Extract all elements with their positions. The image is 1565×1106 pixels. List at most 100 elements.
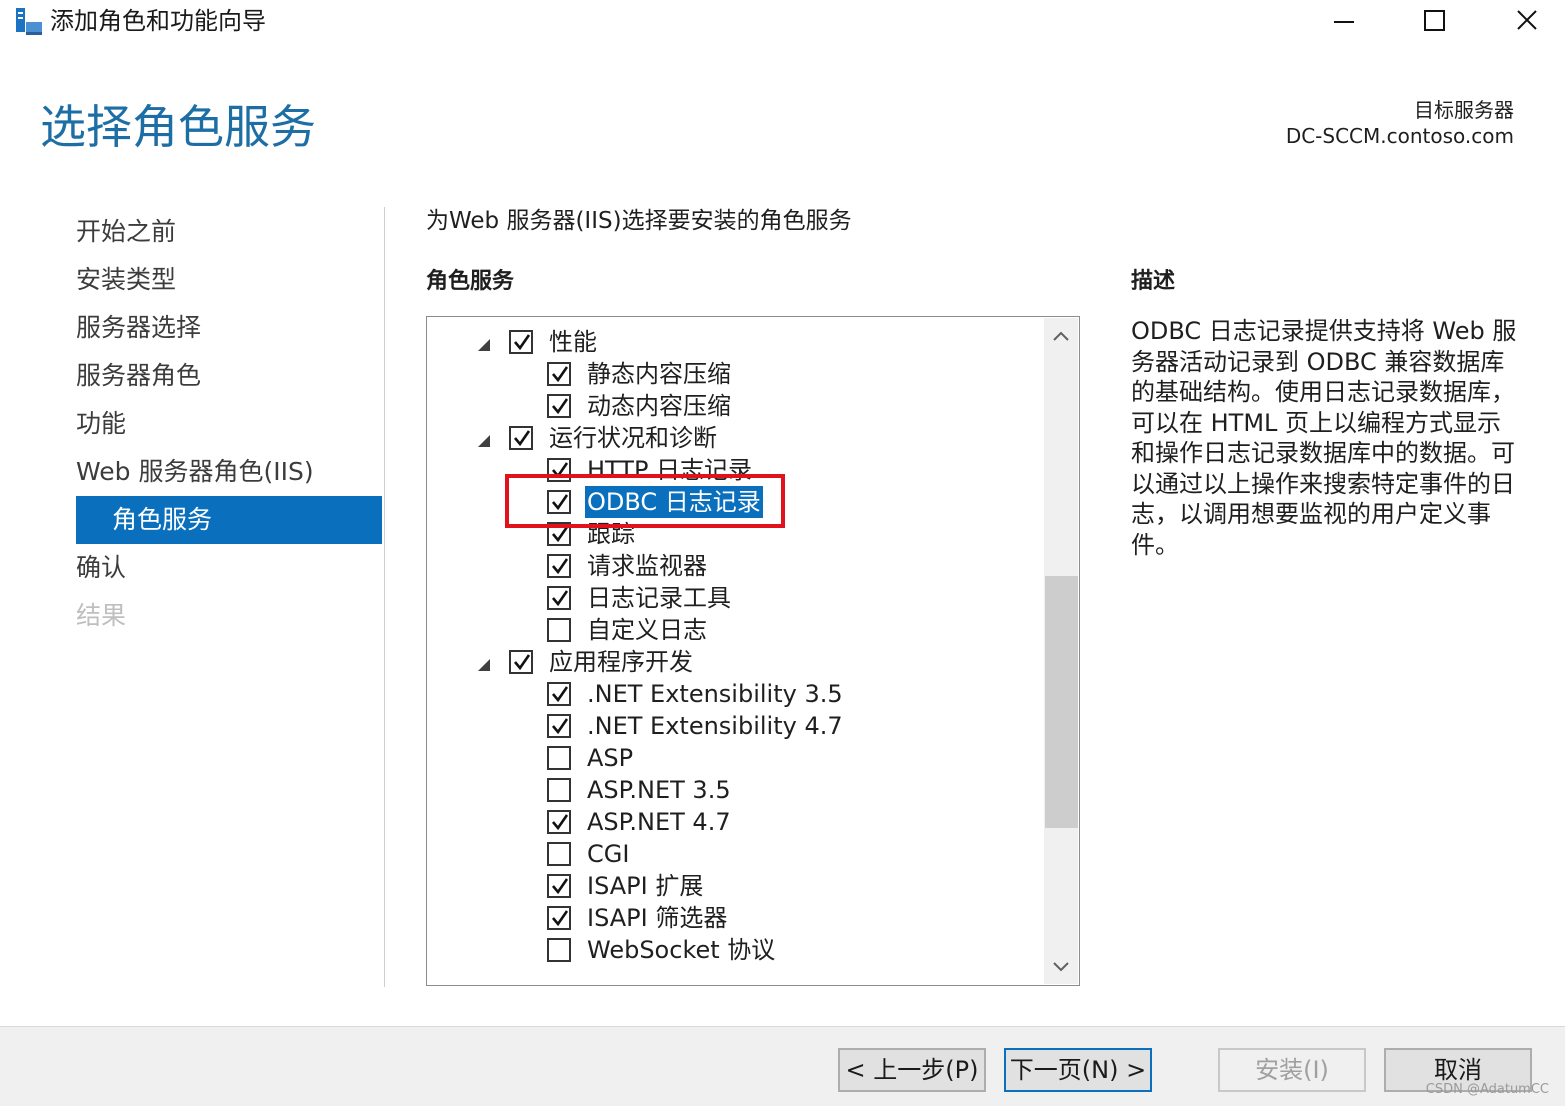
tree-item[interactable]: 静态内容压缩	[427, 359, 1042, 391]
previous-button[interactable]: < 上一步(P)	[838, 1048, 986, 1092]
nav-item[interactable]: 功能	[76, 400, 382, 448]
nav-item[interactable]: 开始之前	[76, 208, 382, 256]
tree-item[interactable]: 动态内容压缩	[427, 391, 1042, 423]
nav-item[interactable]: Web 服务器角色(IIS)	[76, 448, 382, 496]
checkbox-unchecked[interactable]	[547, 746, 571, 770]
nav-item[interactable]: 确认	[76, 544, 382, 592]
tree-item-label: 自定义日志	[587, 616, 707, 644]
tree-item-label: WebSocket 协议	[587, 936, 776, 964]
checkmark-icon	[514, 654, 531, 671]
next-button[interactable]: 下一页(N) >	[1004, 1048, 1152, 1092]
tree-item-label: ASP.NET 4.7	[587, 808, 731, 836]
checkmark-icon	[552, 366, 569, 383]
role-services-tree[interactable]: 性能 静态内容压缩 动态内容压缩 运行状况和诊断 HTTP 日志记录 ODBC 日志记录跟…	[426, 316, 1080, 986]
install-button[interactable]: 安装(I)	[1218, 1048, 1366, 1092]
checkmark-icon	[552, 590, 569, 607]
close-button[interactable]	[1482, 0, 1565, 44]
checkmark-icon	[552, 814, 569, 831]
tree-item[interactable]: 请求监视器	[427, 551, 1042, 583]
scrollbar-thumb[interactable]	[1045, 576, 1078, 828]
checkbox-unchecked[interactable]	[547, 842, 571, 866]
tree-item-label: ASP.NET 3.5	[587, 776, 731, 804]
checkbox-checked[interactable]	[547, 874, 571, 898]
nav-item[interactable]: 角色服务	[76, 496, 382, 544]
tree-item-label: 性能	[549, 328, 597, 356]
tree-item[interactable]: ASP.NET 3.5	[427, 775, 1042, 807]
checkbox-unchecked[interactable]	[547, 618, 571, 642]
checkbox-checked[interactable]	[509, 650, 533, 674]
tree-item[interactable]: 应用程序开发	[427, 647, 1042, 679]
close-icon	[1517, 10, 1537, 30]
description-heading: 描述	[1131, 269, 1176, 294]
collapse-arrow-icon	[478, 339, 490, 351]
tree-item[interactable]: ASP	[427, 743, 1042, 775]
target-server-name: DC-SCCM.contoso.com	[1285, 124, 1514, 148]
tree-item[interactable]: ISAPI 扩展	[427, 871, 1042, 903]
server-manager-icon	[16, 8, 42, 35]
tree-item-label: ISAPI 扩展	[587, 872, 704, 900]
checkmark-icon	[552, 558, 569, 575]
minimize-icon	[1334, 21, 1354, 23]
checkbox-checked[interactable]	[547, 586, 571, 610]
checkmark-icon	[552, 398, 569, 415]
checkbox-checked[interactable]	[509, 330, 533, 354]
checkbox-checked[interactable]	[509, 426, 533, 450]
tree-item[interactable]: ISAPI 筛选器	[427, 903, 1042, 935]
tree-item-label: 请求监视器	[587, 552, 707, 580]
tree-item-label: ASP	[587, 744, 634, 772]
annotation-highlight-box	[505, 474, 785, 528]
checkbox-checked[interactable]	[547, 906, 571, 930]
tree-item[interactable]: .NET Extensibility 4.7	[427, 711, 1042, 743]
page-title: 选择角色服务	[40, 100, 316, 154]
expand-triangle-icon[interactable]	[477, 433, 491, 452]
tree-item[interactable]: 自定义日志	[427, 615, 1042, 647]
checkbox-checked[interactable]	[547, 394, 571, 418]
tree-item[interactable]: .NET Extensibility 3.5	[427, 679, 1042, 711]
tree-item[interactable]: WebSocket 协议	[427, 935, 1042, 967]
tree-item-label: 静态内容压缩	[587, 360, 731, 388]
maximize-icon	[1424, 10, 1445, 31]
tree-item-label: .NET Extensibility 3.5	[587, 680, 843, 708]
tree-item-label: .NET Extensibility 4.7	[587, 712, 843, 740]
window-title: 添加角色和功能向导	[50, 7, 266, 35]
tree-item-label: 应用程序开发	[549, 648, 693, 676]
expand-triangle-icon[interactable]	[477, 657, 491, 676]
checkbox-checked[interactable]	[547, 810, 571, 834]
checkmark-icon	[552, 686, 569, 703]
tree-item[interactable]: 运行状况和诊断	[427, 423, 1042, 455]
scroll-up-button[interactable]	[1044, 318, 1078, 352]
collapse-arrow-icon	[478, 435, 490, 447]
checkmark-icon	[552, 718, 569, 735]
collapse-arrow-icon	[478, 659, 490, 671]
checkbox-checked[interactable]	[547, 714, 571, 738]
tree-item[interactable]: ASP.NET 4.7	[427, 807, 1042, 839]
checkbox-unchecked[interactable]	[547, 938, 571, 962]
tree-item-label: 日志记录工具	[587, 584, 731, 612]
tree-item[interactable]: CGI	[427, 839, 1042, 871]
tree-item-label: CGI	[587, 840, 630, 868]
checkmark-icon	[552, 910, 569, 927]
nav-divider	[384, 207, 385, 987]
tree-item[interactable]: 日志记录工具	[427, 583, 1042, 615]
instruction-text: 为Web 服务器(IIS)选择要安装的角色服务	[426, 208, 852, 234]
checkbox-checked[interactable]	[547, 554, 571, 578]
nav-item: 结果	[76, 601, 127, 630]
checkmark-icon	[514, 334, 531, 351]
checkbox-checked[interactable]	[547, 362, 571, 386]
scroll-down-button[interactable]	[1044, 950, 1078, 984]
minimize-button[interactable]	[1300, 0, 1390, 44]
nav-item[interactable]: 服务器角色	[76, 352, 382, 400]
tree-item-label: 动态内容压缩	[587, 392, 731, 420]
target-server-label: 目标服务器	[1414, 98, 1514, 122]
expand-triangle-icon[interactable]	[477, 337, 491, 356]
checkbox-checked[interactable]	[547, 682, 571, 706]
nav-item[interactable]: 安装类型	[76, 256, 382, 304]
checkbox-unchecked[interactable]	[547, 778, 571, 802]
chevron-up-icon	[1053, 331, 1069, 341]
tree-item[interactable]: 性能	[427, 327, 1042, 359]
nav-item[interactable]: 服务器选择	[76, 304, 382, 352]
chevron-down-icon	[1053, 962, 1069, 972]
description-text: ODBC 日志记录提供支持将 Web 服务器活动记录到 ODBC 兼容数据库的基…	[1131, 317, 1517, 559]
watermark: CSDN @AdatumCC	[1425, 1082, 1549, 1097]
maximize-button[interactable]	[1390, 0, 1480, 44]
